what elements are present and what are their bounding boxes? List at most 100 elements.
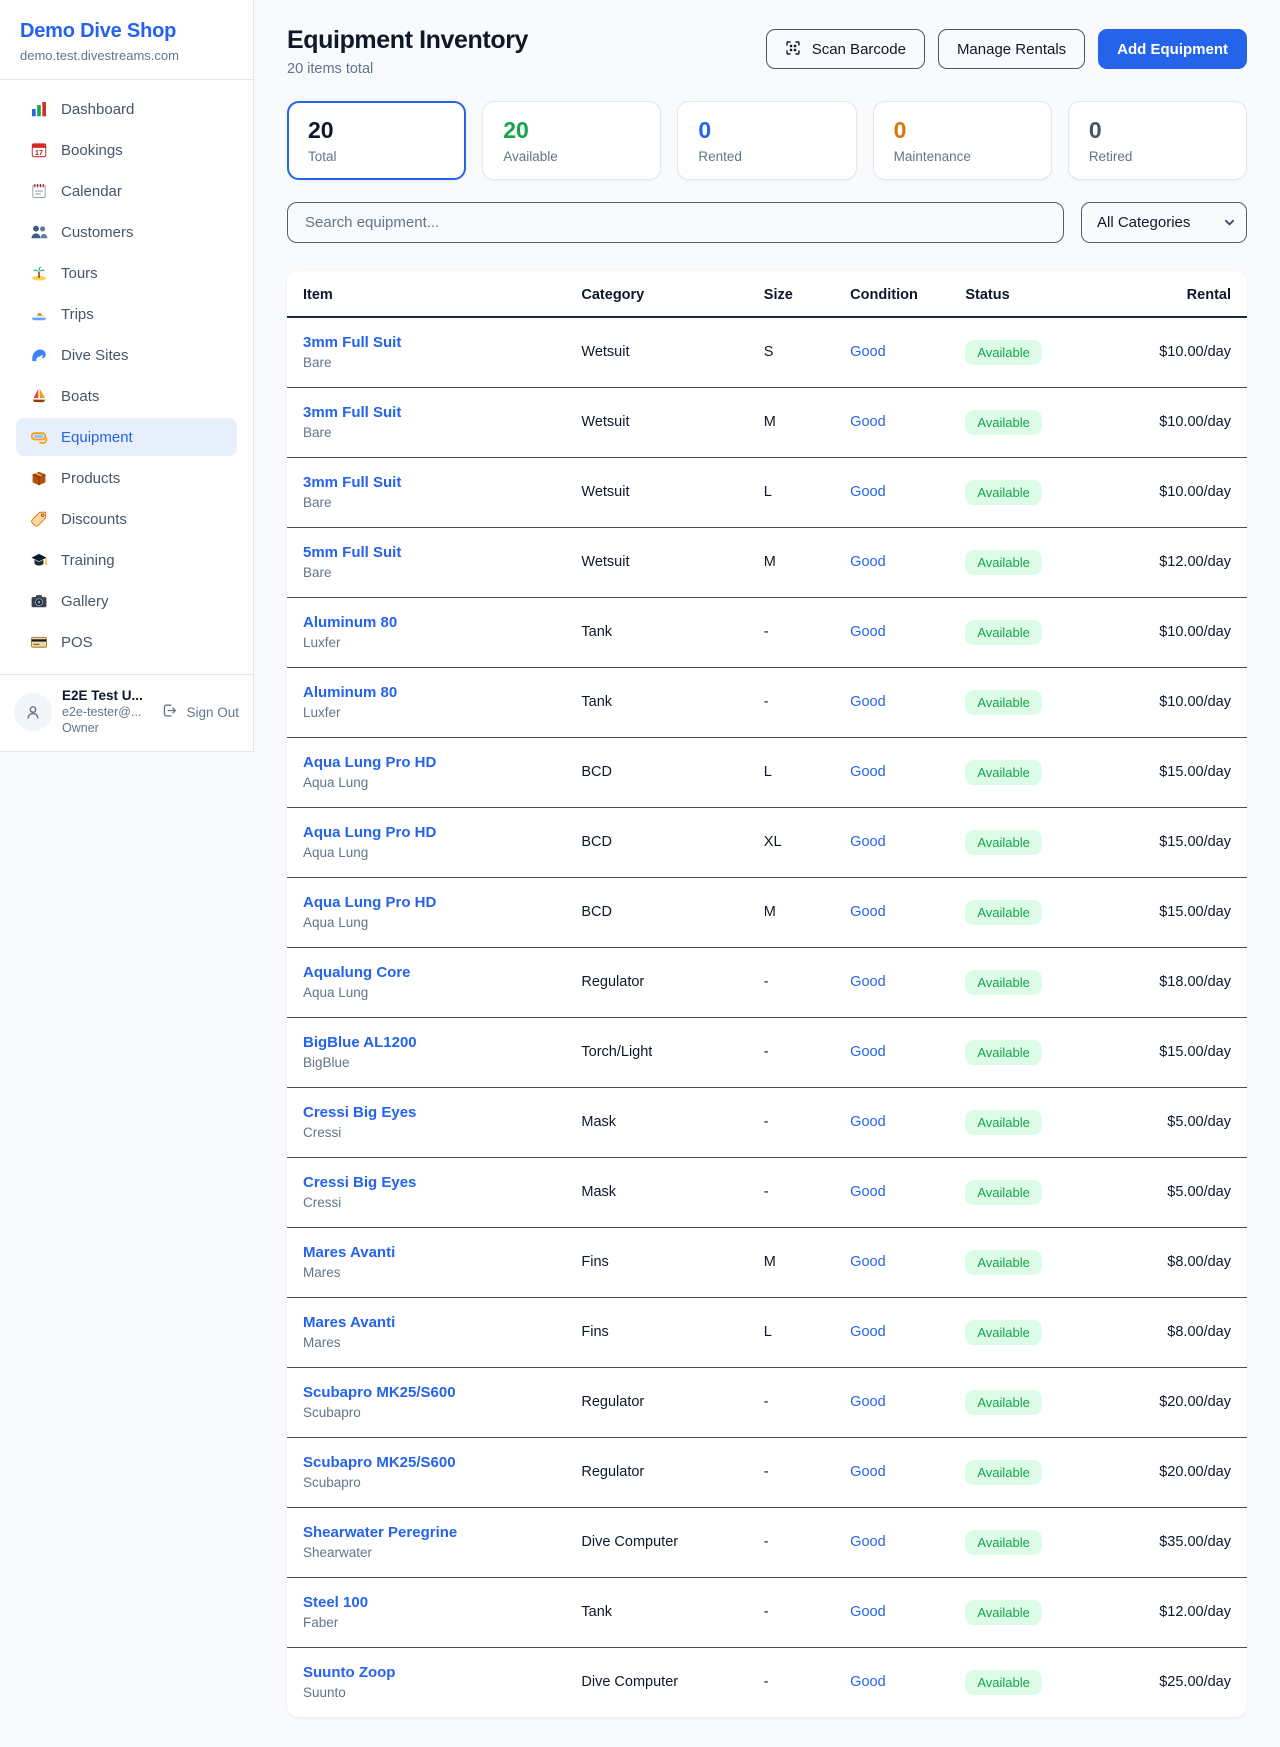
item-size: - (748, 1437, 834, 1507)
item-name-link[interactable]: 5mm Full Suit (303, 544, 549, 561)
item-condition-link[interactable]: Good (850, 414, 885, 430)
item-brand: Aqua Lung (303, 845, 549, 860)
item-condition-link[interactable]: Good (850, 764, 885, 780)
table-row: Mares AvantiMaresFinsMGoodAvailable$8.00… (287, 1227, 1247, 1297)
item-name-link[interactable]: Aqua Lung Pro HD (303, 754, 549, 771)
item-name-link[interactable]: Aqua Lung Pro HD (303, 824, 549, 841)
item-name-link[interactable]: Aluminum 80 (303, 684, 549, 701)
item-brand: Bare (303, 355, 549, 370)
item-name-link[interactable]: Scubapro MK25/S600 (303, 1454, 549, 1471)
sidebar-item-products[interactable]: Products (16, 459, 237, 497)
item-size: M (748, 1227, 834, 1297)
sidebar-item-dive-sites[interactable]: Dive Sites (16, 336, 237, 374)
item-condition-link[interactable]: Good (850, 1604, 885, 1620)
stat-card-maintenance[interactable]: 0Maintenance (873, 101, 1052, 180)
item-name-link[interactable]: Mares Avanti (303, 1244, 549, 1261)
item-condition-link[interactable]: Good (850, 974, 885, 990)
sidebar-item-customers[interactable]: Customers (16, 213, 237, 251)
add-equipment-button[interactable]: Add Equipment (1098, 29, 1247, 69)
item-name-link[interactable]: Cressi Big Eyes (303, 1104, 549, 1121)
sidebar-item-gallery[interactable]: Gallery (16, 582, 237, 620)
tag-icon (30, 510, 48, 528)
item-name-link[interactable]: Suunto Zoop (303, 1664, 549, 1681)
brand-domain: demo.test.divestreams.com (20, 48, 233, 63)
item-condition-link[interactable]: Good (850, 1394, 885, 1410)
table-row: BigBlue AL1200BigBlueTorch/Light-GoodAva… (287, 1017, 1247, 1087)
category-select-wrap: All Categories (1081, 202, 1247, 243)
manage-rentals-button[interactable]: Manage Rentals (938, 29, 1085, 69)
item-name-link[interactable]: Scubapro MK25/S600 (303, 1384, 549, 1401)
item-name-link[interactable]: BigBlue AL1200 (303, 1034, 549, 1051)
item-condition-link[interactable]: Good (850, 484, 885, 500)
sidebar-item-dashboard[interactable]: Dashboard (16, 90, 237, 128)
sidebar-item-label: Boats (61, 388, 99, 405)
item-condition-link[interactable]: Good (850, 1464, 885, 1480)
stat-card-total[interactable]: 20Total (287, 101, 466, 180)
calendar-date-icon: 17 (30, 141, 48, 159)
sidebar-item-label: Training (61, 552, 115, 569)
table-row: Steel 100FaberTank-GoodAvailable$12.00/d… (287, 1577, 1247, 1647)
stat-card-retired[interactable]: 0Retired (1068, 101, 1247, 180)
svg-text:17: 17 (35, 148, 43, 157)
item-name-link[interactable]: Aqua Lung Pro HD (303, 894, 549, 911)
item-condition-link[interactable]: Good (850, 834, 885, 850)
item-condition-link[interactable]: Good (850, 344, 885, 360)
item-size: M (748, 527, 834, 597)
item-size: - (748, 947, 834, 1017)
item-brand: Scubapro (303, 1405, 549, 1420)
status-badge: Available (965, 410, 1042, 435)
item-rental-price: $15.00/day (1093, 877, 1247, 947)
item-condition-link[interactable]: Good (850, 1184, 885, 1200)
search-input[interactable] (287, 202, 1064, 243)
sidebar-item-tours[interactable]: Tours (16, 254, 237, 292)
item-condition-link[interactable]: Good (850, 1114, 885, 1130)
item-brand: Faber (303, 1615, 549, 1630)
item-size: - (748, 1017, 834, 1087)
item-condition-link[interactable]: Good (850, 624, 885, 640)
stat-card-rented[interactable]: 0Rented (677, 101, 856, 180)
user-email: e2e-tester@... (62, 705, 143, 721)
item-condition-link[interactable]: Good (850, 1044, 885, 1060)
item-category: Dive Computer (565, 1647, 747, 1717)
item-name-link[interactable]: Aqualung Core (303, 964, 549, 981)
item-condition-link[interactable]: Good (850, 694, 885, 710)
item-category: BCD (565, 807, 747, 877)
item-condition-link[interactable]: Good (850, 1254, 885, 1270)
sidebar-item-pos[interactable]: POS (16, 623, 237, 661)
item-condition-link[interactable]: Good (850, 1674, 885, 1690)
scan-barcode-button[interactable]: Scan Barcode (766, 29, 925, 69)
sign-out-button[interactable]: Sign Out (162, 703, 239, 721)
item-name-link[interactable]: Shearwater Peregrine (303, 1524, 549, 1541)
item-name-link[interactable]: Mares Avanti (303, 1314, 549, 1331)
item-condition-link[interactable]: Good (850, 554, 885, 570)
item-condition-link[interactable]: Good (850, 1534, 885, 1550)
item-name-link[interactable]: Cressi Big Eyes (303, 1174, 549, 1191)
sidebar-item-bookings[interactable]: 17Bookings (16, 131, 237, 169)
category-select[interactable]: All Categories (1081, 202, 1247, 243)
item-name-link[interactable]: Aluminum 80 (303, 614, 549, 631)
avatar (14, 693, 52, 731)
stat-card-available[interactable]: 20Available (482, 101, 661, 180)
item-name-link[interactable]: Steel 100 (303, 1594, 549, 1611)
table-row: Cressi Big EyesCressiMask-GoodAvailable$… (287, 1157, 1247, 1227)
sidebar-item-calendar[interactable]: Calendar (16, 172, 237, 210)
sidebar-item-boats[interactable]: Boats (16, 377, 237, 415)
sidebar-item-training[interactable]: Training (16, 541, 237, 579)
sidebar-item-trips[interactable]: Trips (16, 295, 237, 333)
item-name-link[interactable]: 3mm Full Suit (303, 334, 549, 351)
item-category: Regulator (565, 1437, 747, 1507)
item-condition-link[interactable]: Good (850, 1324, 885, 1340)
item-brand: Cressi (303, 1125, 549, 1140)
table-row: 3mm Full SuitBareWetsuitLGoodAvailable$1… (287, 457, 1247, 527)
sidebar-item-equipment[interactable]: Equipment (16, 418, 237, 456)
item-category: Wetsuit (565, 387, 747, 457)
sidebar-item-discounts[interactable]: Discounts (16, 500, 237, 538)
item-condition-link[interactable]: Good (850, 904, 885, 920)
item-rental-price: $35.00/day (1093, 1507, 1247, 1577)
speedboat-icon (30, 305, 48, 323)
item-size: - (748, 1577, 834, 1647)
item-name-link[interactable]: 3mm Full Suit (303, 404, 549, 421)
sidebar-item-label: Calendar (61, 183, 122, 200)
diving-mask-icon (30, 428, 48, 446)
item-name-link[interactable]: 3mm Full Suit (303, 474, 549, 491)
